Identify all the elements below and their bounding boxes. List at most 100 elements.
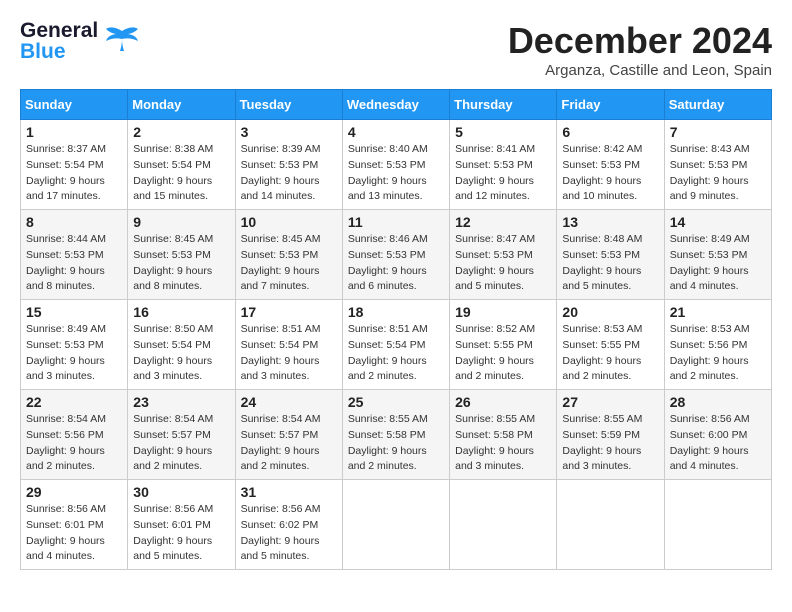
day-info: Sunrise: 8:54 AMSunset: 5:57 PMDaylight:… [241,412,337,475]
calendar-cell: 9 Sunrise: 8:45 AMSunset: 5:53 PMDaylight… [128,210,235,300]
day-info: Sunrise: 8:37 AMSunset: 5:54 PMDaylight:… [26,142,122,205]
day-info: Sunrise: 8:55 AMSunset: 5:58 PMDaylight:… [455,412,551,475]
day-info: Sunrise: 8:52 AMSunset: 5:55 PMDaylight:… [455,322,551,385]
calendar-cell: 28Sunrise: 8:56 AMSunset: 6:00 PMDayligh… [664,390,771,480]
day-number: 1 [26,124,122,140]
calendar-cell: 24 Sunrise: 8:54 AMSunset: 5:57 PMDayligh… [235,390,342,480]
calendar-cell: 23Sunrise: 8:54 AMSunset: 5:57 PMDayligh… [128,390,235,480]
day-number: 31 [241,484,337,500]
day-info: Sunrise: 8:45 AMSunset: 5:53 PMDaylight:… [133,232,229,295]
day-number: 25 [348,394,444,410]
day-number: 4 [348,124,444,140]
weekday-header-friday: Friday [557,90,664,120]
calendar-cell: 2 Sunrise: 8:38 AMSunset: 5:54 PMDaylight… [128,120,235,210]
day-info: Sunrise: 8:56 AMSunset: 6:01 PMDaylight:… [26,502,122,565]
day-info: Sunrise: 8:48 AMSunset: 5:53 PMDaylight:… [562,232,658,295]
day-info: Sunrise: 8:42 AMSunset: 5:53 PMDaylight:… [562,142,658,205]
calendar-cell: 22Sunrise: 8:54 AMSunset: 5:56 PMDayligh… [21,390,128,480]
day-number: 26 [455,394,551,410]
day-info: Sunrise: 8:46 AMSunset: 5:53 PMDaylight:… [348,232,444,295]
weekday-header-thursday: Thursday [450,90,557,120]
day-number: 19 [455,304,551,320]
day-number: 14 [670,214,766,230]
day-number: 11 [348,214,444,230]
day-info: Sunrise: 8:39 AMSunset: 5:53 PMDaylight:… [241,142,337,205]
day-number: 21 [670,304,766,320]
logo-bird-icon [104,23,140,55]
weekday-header-monday: Monday [128,90,235,120]
calendar-cell [664,480,771,570]
day-info: Sunrise: 8:47 AMSunset: 5:53 PMDaylight:… [455,232,551,295]
month-title: December 2024 [508,20,772,62]
logo: General Blue [20,20,140,62]
calendar-cell: 4 Sunrise: 8:40 AMSunset: 5:53 PMDaylight… [342,120,449,210]
day-info: Sunrise: 8:55 AMSunset: 5:58 PMDaylight:… [348,412,444,475]
calendar-cell: 26 Sunrise: 8:55 AMSunset: 5:58 PMDayligh… [450,390,557,480]
title-block: December 2024 Arganza, Castille and Leon… [508,20,772,79]
location: Arganza, Castille and Leon, Spain [508,62,772,79]
day-number: 24 [241,394,337,410]
day-number: 9 [133,214,229,230]
calendar-cell: 21 Sunrise: 8:53 AMSunset: 5:56 PMDayligh… [664,300,771,390]
calendar-cell: 31 Sunrise: 8:56 AMSunset: 6:02 PMDayligh… [235,480,342,570]
day-info: Sunrise: 8:56 AMSunset: 6:01 PMDaylight:… [133,502,229,565]
day-info: Sunrise: 8:54 AMSunset: 5:56 PMDaylight:… [26,412,122,475]
day-number: 30 [133,484,229,500]
weekday-header-sunday: Sunday [21,90,128,120]
day-number: 5 [455,124,551,140]
logo-general: General [20,19,98,42]
day-number: 8 [26,214,122,230]
calendar-cell [557,480,664,570]
calendar-cell: 5 Sunrise: 8:41 AMSunset: 5:53 PMDaylight… [450,120,557,210]
day-number: 12 [455,214,551,230]
day-info: Sunrise: 8:45 AMSunset: 5:53 PMDaylight:… [241,232,337,295]
calendar-cell: 14Sunrise: 8:49 AMSunset: 5:53 PMDayligh… [664,210,771,300]
day-info: Sunrise: 8:40 AMSunset: 5:53 PMDaylight:… [348,142,444,205]
calendar-week-3: 15 Sunrise: 8:49 AMSunset: 5:53 PMDayligh… [21,300,772,390]
day-info: Sunrise: 8:43 AMSunset: 5:53 PMDaylight:… [670,142,766,205]
day-number: 27 [562,394,658,410]
day-info: Sunrise: 8:51 AMSunset: 5:54 PMDaylight:… [241,322,337,385]
day-number: 29 [26,484,122,500]
calendar-cell: 18 Sunrise: 8:51 AMSunset: 5:54 PMDayligh… [342,300,449,390]
calendar-cell: 16Sunrise: 8:50 AMSunset: 5:54 PMDayligh… [128,300,235,390]
day-number: 15 [26,304,122,320]
day-number: 10 [241,214,337,230]
calendar-cell: 13Sunrise: 8:48 AMSunset: 5:53 PMDayligh… [557,210,664,300]
calendar-cell: 17Sunrise: 8:51 AMSunset: 5:54 PMDayligh… [235,300,342,390]
day-info: Sunrise: 8:53 AMSunset: 5:56 PMDaylight:… [670,322,766,385]
day-info: Sunrise: 8:50 AMSunset: 5:54 PMDaylight:… [133,322,229,385]
calendar-cell: 30 Sunrise: 8:56 AMSunset: 6:01 PMDayligh… [128,480,235,570]
calendar-cell: 15 Sunrise: 8:49 AMSunset: 5:53 PMDayligh… [21,300,128,390]
page-header: General Blue December 2024 Arganza, Cast… [20,20,772,79]
calendar-cell: 27Sunrise: 8:55 AMSunset: 5:59 PMDayligh… [557,390,664,480]
day-info: Sunrise: 8:49 AMSunset: 5:53 PMDaylight:… [26,322,122,385]
calendar-cell: 8Sunrise: 8:44 AMSunset: 5:53 PMDaylight… [21,210,128,300]
calendar-cell [450,480,557,570]
calendar-cell: 7 Sunrise: 8:43 AMSunset: 5:53 PMDaylight… [664,120,771,210]
weekday-header-saturday: Saturday [664,90,771,120]
day-info: Sunrise: 8:41 AMSunset: 5:53 PMDaylight:… [455,142,551,205]
day-info: Sunrise: 8:51 AMSunset: 5:54 PMDaylight:… [348,322,444,385]
weekday-header-tuesday: Tuesday [235,90,342,120]
day-info: Sunrise: 8:53 AMSunset: 5:55 PMDaylight:… [562,322,658,385]
calendar-cell: 19 Sunrise: 8:52 AMSunset: 5:55 PMDayligh… [450,300,557,390]
day-number: 23 [133,394,229,410]
calendar-cell: 12 Sunrise: 8:47 AMSunset: 5:53 PMDayligh… [450,210,557,300]
calendar-cell: 10 Sunrise: 8:45 AMSunset: 5:53 PMDayligh… [235,210,342,300]
calendar-week-4: 22Sunrise: 8:54 AMSunset: 5:56 PMDayligh… [21,390,772,480]
calendar-cell: 25 Sunrise: 8:55 AMSunset: 5:58 PMDayligh… [342,390,449,480]
calendar-week-5: 29 Sunrise: 8:56 AMSunset: 6:01 PMDayligh… [21,480,772,570]
calendar-week-1: 1 Sunrise: 8:37 AMSunset: 5:54 PMDaylight… [21,120,772,210]
day-number: 2 [133,124,229,140]
calendar-cell: 11 Sunrise: 8:46 AMSunset: 5:53 PMDayligh… [342,210,449,300]
weekday-header-wednesday: Wednesday [342,90,449,120]
day-info: Sunrise: 8:38 AMSunset: 5:54 PMDaylight:… [133,142,229,205]
day-info: Sunrise: 8:56 AMSunset: 6:00 PMDaylight:… [670,412,766,475]
day-info: Sunrise: 8:56 AMSunset: 6:02 PMDaylight:… [241,502,337,565]
calendar-cell: 29 Sunrise: 8:56 AMSunset: 6:01 PMDayligh… [21,480,128,570]
logo-blue: Blue [20,40,66,63]
day-number: 7 [670,124,766,140]
day-number: 18 [348,304,444,320]
day-number: 20 [562,304,658,320]
